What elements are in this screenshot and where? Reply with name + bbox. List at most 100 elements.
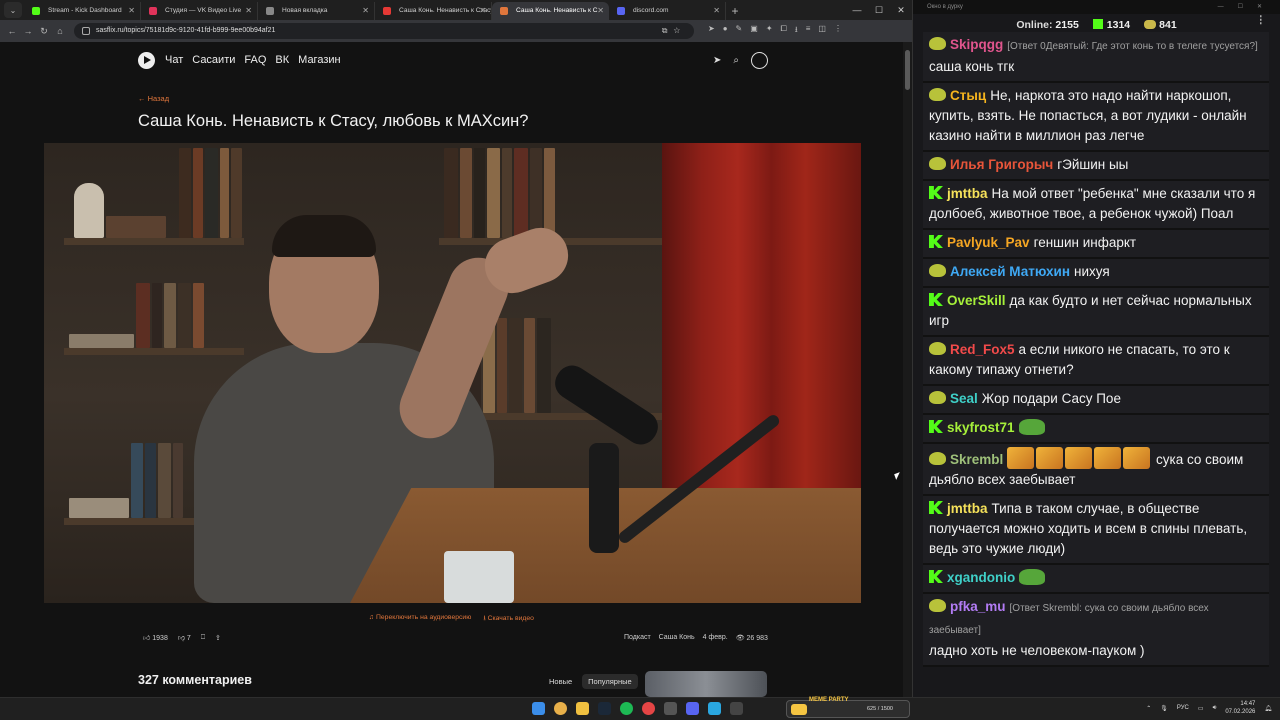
eyedropper-icon[interactable]: ✎ xyxy=(736,24,743,38)
download-icon[interactable]: ⭳ xyxy=(795,24,798,38)
page-scrollbar[interactable] xyxy=(903,42,912,697)
nav-faq[interactable]: FAQ xyxy=(244,54,266,66)
tab-close-icon[interactable]: ✕ xyxy=(713,2,720,20)
bookmark-star-icon[interactable]: ⧉☆ xyxy=(662,23,686,39)
chat-message: Алексей Матюхин нихуя xyxy=(923,259,1269,288)
chat-username[interactable]: Алексей Матюхин xyxy=(950,264,1070,279)
comments-sort: Новые Популярные xyxy=(543,674,638,689)
scrollbar-thumb[interactable] xyxy=(905,50,910,90)
reload-icon[interactable]: ↻ xyxy=(36,26,52,37)
nav-shop[interactable]: Магазин xyxy=(298,54,340,66)
dislike-button[interactable]: 👎︎ 7 xyxy=(178,633,191,642)
url-input[interactable]: sasflix.ru/topics/75181d9c-9120-41fd-b99… xyxy=(74,23,694,39)
chat-message: jmttba На мой ответ "ребенка" мне сказали… xyxy=(923,181,1269,230)
steam-icon[interactable] xyxy=(598,702,611,715)
promo-banner[interactable] xyxy=(645,671,767,697)
explorer-icon[interactable] xyxy=(576,702,589,715)
split-icon[interactable]: ◫ xyxy=(818,24,826,38)
chat-username[interactable]: Стыц xyxy=(950,88,986,103)
maximize-icon[interactable]: ☐ xyxy=(868,0,890,20)
more-icon[interactable]: ⋮ xyxy=(1256,14,1267,26)
chat-username[interactable]: Seal xyxy=(950,391,978,406)
start-icon[interactable] xyxy=(532,702,545,715)
network-icon[interactable]: ▭ xyxy=(1198,705,1204,712)
site-info-icon[interactable] xyxy=(82,27,90,35)
chat-username[interactable]: jmttba xyxy=(947,501,988,516)
volume-icon[interactable]: 🔊︎ xyxy=(1213,705,1217,712)
extension-icon[interactable]: ● xyxy=(723,24,728,38)
chrome-icon[interactable] xyxy=(554,702,567,715)
home-icon[interactable]: ⌂ xyxy=(52,26,68,36)
extension-icon[interactable]: ✦ xyxy=(766,24,773,38)
share-icon[interactable]: ⇪ xyxy=(215,634,221,642)
vk-count: 841 xyxy=(1159,19,1177,31)
meme-party-widget[interactable]: MEME PARTY 625 / 1500 xyxy=(786,697,910,718)
puzzle-icon[interactable]: ⧠ xyxy=(781,24,787,38)
nav-sasaiti[interactable]: Сасаити xyxy=(192,54,235,66)
browser-tab[interactable]: Саша Конь. Ненависть к Стасу ✕ xyxy=(375,2,492,20)
tab-close-icon[interactable]: ✕ xyxy=(245,2,252,20)
chat-username[interactable]: Skrembl xyxy=(950,452,1003,467)
new-tab-button[interactable]: + xyxy=(726,2,744,20)
chat-username[interactable]: OverSkill xyxy=(947,293,1006,308)
media-icon[interactable]: ≡ xyxy=(806,24,811,38)
browser-tab[interactable]: Саша Конь. Ненависть к С ✕ xyxy=(492,2,609,20)
site-logo-icon[interactable] xyxy=(138,51,155,69)
menu-icon[interactable]: ⋮ xyxy=(834,24,842,38)
nav-chat[interactable]: Чат xyxy=(165,54,183,66)
keyboard-language[interactable]: РУС xyxy=(1177,705,1189,711)
browser-tab[interactable]: Студия — VK Видео Live ✕ xyxy=(141,2,258,20)
app-icon[interactable] xyxy=(664,702,677,715)
chat-username[interactable]: xgandonio xyxy=(947,570,1015,585)
comments-title: 327 комментариев xyxy=(138,673,252,687)
close-icon[interactable]: ✕ xyxy=(890,0,912,20)
back-icon[interactable]: ← xyxy=(4,26,20,36)
spotify-icon[interactable] xyxy=(620,702,633,715)
chat-username[interactable]: pfka_mu xyxy=(950,599,1006,614)
download-video-link[interactable]: ⭳ Скачать видео xyxy=(483,614,534,625)
bookmark-icon[interactable]: ⎕ xyxy=(201,634,205,642)
tab-close-icon[interactable]: ✕ xyxy=(479,2,486,20)
search-icon[interactable]: ⌕ xyxy=(733,55,739,66)
mic-icon[interactable]: 🎙︎ xyxy=(1160,705,1168,712)
extension-icon[interactable]: ▣ xyxy=(750,24,758,38)
telegram-icon[interactable]: ➤ xyxy=(713,55,721,66)
notification-icon[interactable]: 🔔︎ xyxy=(1264,705,1272,712)
profile-icon[interactable] xyxy=(751,51,768,69)
bookshelf xyxy=(64,348,244,355)
back-link[interactable]: ← Назад xyxy=(138,94,169,103)
app-icon[interactable] xyxy=(730,702,743,715)
tab-close-icon[interactable]: ✕ xyxy=(362,2,369,20)
send-icon[interactable]: ➤ xyxy=(708,24,715,38)
tag-guest[interactable]: Саша Конь xyxy=(659,634,695,642)
chat-username[interactable]: Илья Григорыч xyxy=(950,157,1053,172)
audio-version-link[interactable]: ♫ Переключить на аудиоверсию xyxy=(369,614,471,625)
chat-username[interactable]: skyfrost71 xyxy=(947,420,1015,435)
chat-username[interactable]: Red_Fox5 xyxy=(950,342,1015,357)
browser-tab[interactable]: Новая вкладка ✕ xyxy=(258,2,375,20)
pepe-badge-icon xyxy=(929,391,946,404)
browser-tab[interactable]: Stream - Kick Dashboard ✕ xyxy=(24,2,141,20)
sort-new-tab[interactable]: Новые xyxy=(543,674,578,689)
sort-popular-tab[interactable]: Популярные xyxy=(582,674,638,689)
books xyxy=(69,283,206,348)
telegram-icon[interactable] xyxy=(708,702,721,715)
chat-username[interactable]: jmttba xyxy=(947,186,988,201)
tab-close-icon[interactable]: ✕ xyxy=(597,2,604,20)
browser-tab[interactable]: discord.com ✕ xyxy=(609,2,726,20)
app-icon[interactable] xyxy=(642,702,655,715)
video-player[interactable] xyxy=(44,143,861,603)
discord-icon[interactable] xyxy=(686,702,699,715)
forward-icon[interactable]: → xyxy=(20,26,36,36)
tab-close-icon[interactable]: ✕ xyxy=(128,2,135,20)
chat-username[interactable]: Skipqgg xyxy=(950,37,1003,52)
nav-vk[interactable]: ВК xyxy=(275,54,289,66)
minimize-icon[interactable]: — xyxy=(846,0,868,20)
clock[interactable]: 14:47 07.02.2026 xyxy=(1225,700,1255,716)
tab-search-icon[interactable]: ⌄ xyxy=(4,2,22,18)
like-button[interactable]: 👍︎ 1938 xyxy=(143,633,168,642)
tray-chevron-icon[interactable]: ⌃ xyxy=(1146,705,1151,712)
chat-username[interactable]: Pavlyuk_Pav xyxy=(947,235,1030,250)
chat-window-controls[interactable]: —☐✕ xyxy=(1218,0,1280,14)
tag-podcast[interactable]: Подкаст xyxy=(624,634,651,642)
